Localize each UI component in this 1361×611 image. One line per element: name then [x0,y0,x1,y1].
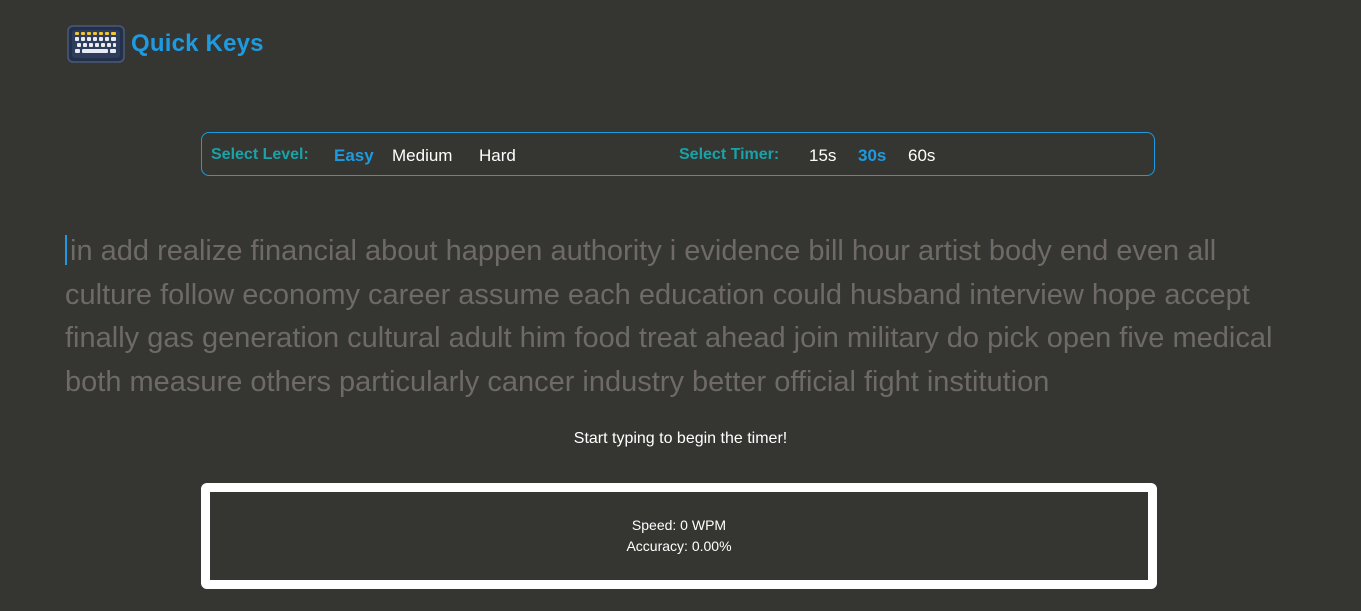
accuracy-readout: Accuracy: 0.00% [626,538,732,554]
timer-option-60s[interactable]: 60s [908,146,935,166]
typing-app: Quick Keys Select Level: Easy Medium Har… [0,0,1361,611]
app-logo[interactable]: Quick Keys [67,24,264,64]
timer-option-15s[interactable]: 15s [809,146,836,166]
keyboard-icon [67,24,125,64]
level-label: Select Level: [211,146,309,163]
level-option-medium[interactable]: Medium [392,146,452,166]
timer-option-30s[interactable]: 30s [858,146,886,166]
level-option-easy[interactable]: Easy [334,146,374,166]
typing-text-area[interactable]: in add realize financial about happen au… [65,230,1305,404]
text-cursor [65,235,67,265]
speed-readout: Speed: 0 WPM [631,517,727,533]
timer-label: Select Timer: [679,146,780,163]
start-hint: Start typing to begin the timer! [573,430,788,447]
app-title: Quick Keys [131,30,264,57]
word-list: in add realize financial about happen au… [65,235,1273,398]
level-option-hard[interactable]: Hard [479,146,516,166]
settings-bar: Select Level: Easy Medium Hard Select Ti… [201,132,1155,176]
results-panel: Speed: 0 WPM Accuracy: 0.00% [201,483,1157,589]
